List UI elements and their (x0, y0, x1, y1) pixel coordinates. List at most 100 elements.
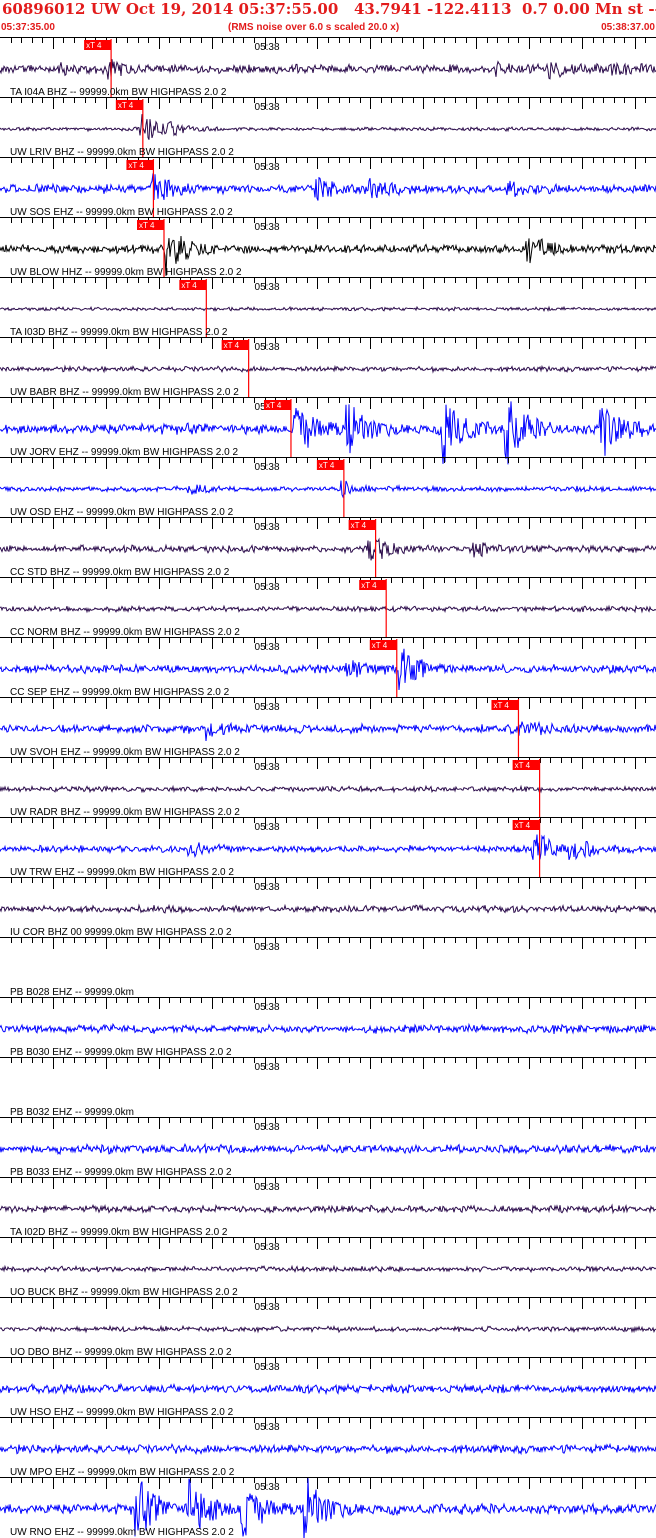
station-label: UW HSO EHZ -- 99999.0km BW HIGHPASS 2.0 … (10, 1407, 234, 1418)
trace-row: 05:38 xT 4 UW OSD EHZ -- 99999.0km BW HIGH… (0, 457, 656, 518)
trace-row: 05:38 UW HSO EHZ -- 99999.0km BW HIGHPASS… (0, 1357, 656, 1418)
waveform-trace (0, 1382, 656, 1396)
minute-tick-label: 05:38 (255, 762, 280, 773)
minute-tick-label: 05:38 (255, 1002, 280, 1013)
waveform-trace (0, 173, 656, 201)
waveform-trace (0, 1142, 656, 1156)
pick-label: xT 4 (118, 101, 134, 110)
minute-tick-label: 05:38 (255, 1482, 280, 1493)
minute-tick-label: 05:38 (255, 1302, 280, 1313)
pick-label: xT 4 (372, 641, 388, 650)
waveform-trace (0, 648, 656, 691)
trace-row: 05:38 xT 4 CC STD BHZ -- 99999.0km BW HIGH… (0, 517, 656, 578)
station-label: UW RADR BHZ -- 99999.0km BW HIGHPASS 2.0… (10, 807, 240, 818)
trace-row: 05:38 xT 4 UW BLOW HHZ -- 99999.0km BW HIG… (0, 217, 656, 278)
station-label: UW JORV EHZ -- 99999.0km BW HIGHPASS 2.0… (10, 447, 238, 458)
minute-tick-label: 05:38 (255, 462, 280, 473)
station-label: UO BUCK BHZ -- 99999.0km BW HIGHPASS 2.0… (10, 1287, 238, 1298)
minute-tick-label: 05:38 (255, 522, 280, 533)
trace-row: 05:38 TA I02D BHZ -- 99999.0km BW HIGHPAS… (0, 1177, 656, 1238)
trace-row: 05:38 xT 4 UW LRIV BHZ -- 99999.0km BW HIG… (0, 97, 656, 158)
station-label: UW LRIV BHZ -- 99999.0km BW HIGHPASS 2.0… (10, 147, 234, 158)
pick-label: xT 4 (361, 581, 377, 590)
pick-label: xT 4 (493, 701, 509, 710)
station-label: UW SOS EHZ -- 99999.0km BW HIGHPASS 2.0 … (10, 207, 233, 218)
trace-row: 05:38xT 4UW JORV EHZ -- 99999.0km BW HIG… (0, 397, 656, 465)
station-label: UW OSD EHZ -- 99999.0km BW HIGHPASS 2.0 … (10, 507, 234, 518)
pick-label: xT 4 (515, 821, 531, 830)
station-label: IU COR BHZ 00 99999.0km BW HIGHPASS 2.0 … (10, 927, 232, 938)
minute-tick-label: 05:38 (255, 822, 280, 833)
trace-row: 05:38 xT 4 CC NORM BHZ -- 99999.0km BW HIG… (0, 577, 656, 638)
waveform-trace (0, 720, 656, 741)
waveform-trace (0, 114, 656, 140)
waveform-trace (0, 1022, 656, 1035)
station-label: PB B028 EHZ -- 99999.0km (10, 987, 134, 998)
trace-row: 05:38 PB B032 EHZ -- 99999.0km (0, 1057, 656, 1118)
trace-row: 05:38 UW RNO EHZ -- 99999.0km BW HIGHPASS… (0, 1477, 656, 1538)
trace-row: 05:38 xT 4 UW BABR BHZ -- 99999.0km BW HIG… (0, 337, 656, 398)
waveform-trace (0, 1203, 656, 1215)
minute-tick-label: 05:38 (255, 282, 280, 293)
pick-label: xT 4 (319, 461, 335, 470)
station-label: PB B033 EHZ -- 99999.0km BW HIGHPASS 2.0… (10, 1167, 232, 1178)
pick-label: xT 4 (266, 401, 282, 410)
pick-label: xT 4 (181, 281, 197, 290)
seismogram-page: 60896012 UW Oct 19, 2014 05:37:55.00 43.… (0, 0, 656, 1538)
station-label: UW MPO EHZ -- 99999.0km BW HIGHPASS 2.0 … (10, 1467, 235, 1478)
minute-tick-label: 05:38 (255, 1422, 280, 1433)
trace-row: 05:38 xT 4 CC SEP EHZ -- 99999.0km BW HIGH… (0, 637, 656, 698)
minute-tick-label: 05:38 (255, 1362, 280, 1373)
minute-tick-label: 05:38 (255, 342, 280, 353)
minute-tick-label: 05:38 (255, 222, 280, 233)
station-label: UO DBO BHZ -- 99999.0km BW HIGHPASS 2.0 … (10, 1347, 232, 1358)
station-label: UW SVOH EHZ -- 99999.0km BW HIGHPASS 2.0… (10, 747, 240, 758)
station-label: CC NORM BHZ -- 99999.0km BW HIGHPASS 2.0… (10, 627, 240, 638)
waveform-trace (0, 604, 656, 614)
minute-tick-label: 05:38 (255, 1122, 280, 1133)
pick-label: xT 4 (139, 221, 155, 230)
seismogram-plot: 05:38 xT 4 TA I04A BHZ -- 99999.0km BW HIG… (0, 37, 656, 1538)
minute-tick-label: 05:38 (255, 642, 280, 653)
trace-row: 05:38 xT 4 UW RADR BHZ -- 99999.0km BW HIG… (0, 757, 656, 818)
minute-tick-label: 05:38 (255, 702, 280, 713)
minute-tick-label: 05:38 (255, 162, 280, 173)
minute-tick-label: 05:38 (255, 582, 280, 593)
trace-row: 05:38 UO BUCK BHZ -- 99999.0km BW HIGHPAS… (0, 1237, 656, 1298)
trace-row: 05:38 xT 4 UW SOS EHZ -- 99999.0km BW HIGH… (0, 157, 656, 218)
waveform-trace (0, 305, 656, 313)
trace-row: 05:38 xT 4 TA I04A BHZ -- 99999.0km BW HIG… (0, 37, 656, 98)
station-label: CC STD BHZ -- 99999.0km BW HIGHPASS 2.0 … (10, 567, 230, 578)
trace-row: 05:38 xT 4 TA I03D BHZ -- 99999.0km BW HIG… (0, 277, 656, 338)
station-label: PB B032 EHZ -- 99999.0km (10, 1107, 134, 1118)
station-label: TA I04A BHZ -- 99999.0km BW HIGHPASS 2.0… (10, 87, 227, 98)
trace-row: 05:38 xT 4 UW SVOH EHZ -- 99999.0km BW HIG… (0, 697, 656, 758)
trace-row: 05:38 UW MPO EHZ -- 99999.0km BW HIGHPASS… (0, 1417, 656, 1478)
station-label: PB B030 EHZ -- 99999.0km BW HIGHPASS 2.0… (10, 1047, 232, 1058)
trace-row: 05:38 PB B028 EHZ -- 99999.0km (0, 937, 656, 998)
waveform-trace (0, 537, 656, 561)
station-label: TA I03D BHZ -- 99999.0km BW HIGHPASS 2.0… (10, 327, 228, 338)
station-label: UW BLOW HHZ -- 99999.0km BW HIGHPASS 2.0… (10, 267, 242, 278)
station-label: UW TRW EHZ -- 99999.0km BW HIGHPASS 2.0 … (10, 867, 234, 878)
trace-row: 05:38 UO DBO BHZ -- 99999.0km BW HIGHPASS… (0, 1297, 656, 1358)
waveform-trace (0, 1324, 656, 1334)
minute-tick-label: 05:38 (255, 1062, 280, 1073)
minute-tick-label: 05:38 (255, 102, 280, 113)
minute-tick-label: 05:38 (255, 882, 280, 893)
minute-tick-label: 05:38 (255, 1182, 280, 1193)
waveform-trace (0, 834, 656, 861)
minute-tick-label: 05:38 (255, 942, 280, 953)
pick-label: xT 4 (128, 161, 144, 170)
waveform-trace (0, 480, 656, 499)
station-label: UW RNO EHZ -- 99999.0km BW HIGHPASS 2.0 … (10, 1527, 234, 1538)
pick-label: xT 4 (224, 341, 240, 350)
pick-label: xT 4 (86, 41, 102, 50)
minute-tick-label: 05:38 (255, 1242, 280, 1253)
minute-tick-label: 05:38 (255, 42, 280, 53)
trace-row: 05:38 xT 4 UW TRW EHZ -- 99999.0km BW HIGH… (0, 817, 656, 878)
waveform-trace (0, 364, 656, 374)
waveform-trace (0, 903, 656, 915)
trace-row: 05:38 IU COR BHZ 00 99999.0km BW HIGHPASS… (0, 877, 656, 938)
trace-row: 05:38 PB B033 EHZ -- 99999.0km BW HIGHPAS… (0, 1117, 656, 1178)
